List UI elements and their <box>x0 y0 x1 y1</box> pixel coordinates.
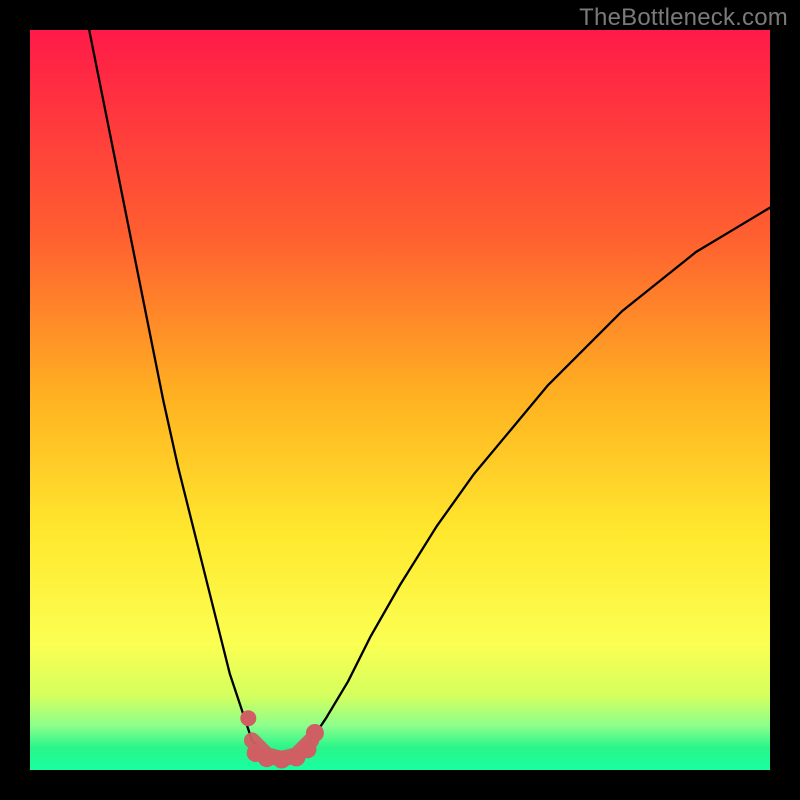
marker-dot <box>306 724 324 742</box>
marker-dot <box>299 740 317 758</box>
chart-frame: TheBottleneck.com <box>0 0 800 800</box>
marker-dot <box>240 710 256 726</box>
watermark-text: TheBottleneck.com <box>579 4 788 32</box>
plot-area <box>30 30 770 770</box>
chart-svg <box>30 30 770 770</box>
gradient-background <box>30 30 770 770</box>
